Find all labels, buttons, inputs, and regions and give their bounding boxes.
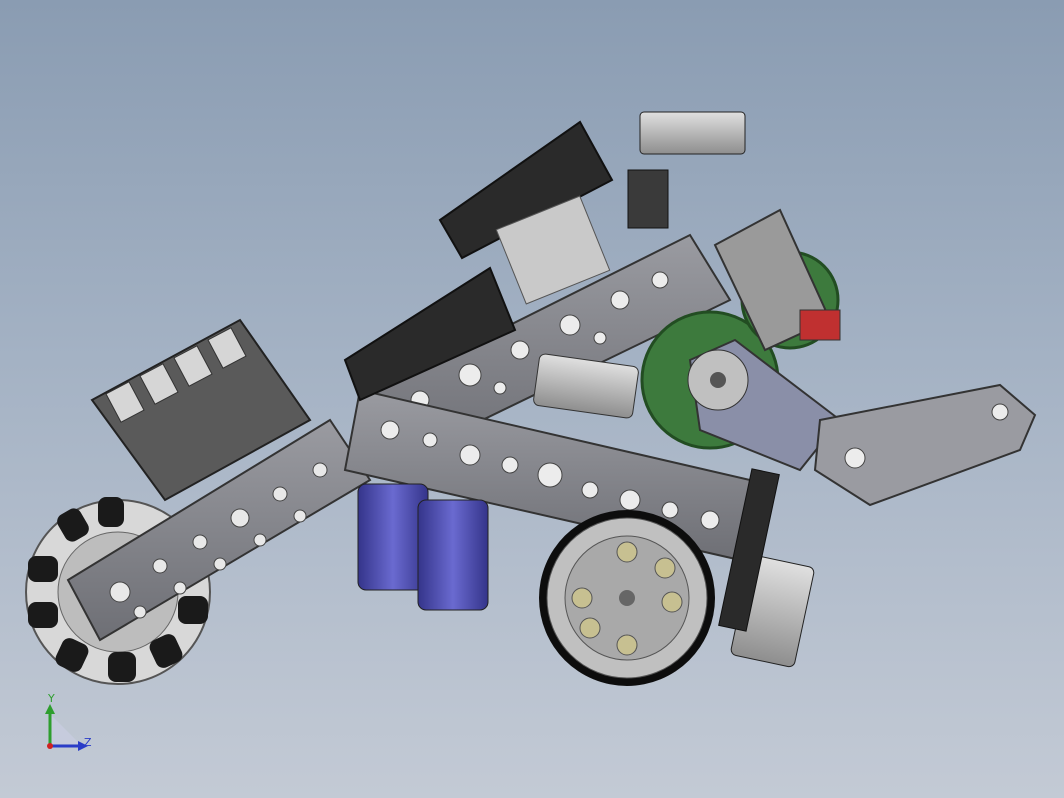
drive-wheel[interactable] <box>539 510 715 686</box>
y-axis-label: Y <box>48 692 55 705</box>
camera-module[interactable] <box>627 111 746 229</box>
gray-motor-middle[interactable] <box>533 353 639 419</box>
robot-assembly-model[interactable] <box>0 0 1064 798</box>
servo-module-top[interactable] <box>438 120 614 305</box>
coordinate-triad: Y Z <box>38 692 98 756</box>
blue-motor-right[interactable] <box>417 499 489 611</box>
cad-viewport[interactable]: Y Z <box>0 0 1064 798</box>
arm-end-plate[interactable] <box>813 383 1037 507</box>
z-axis-label: Z <box>84 736 92 749</box>
